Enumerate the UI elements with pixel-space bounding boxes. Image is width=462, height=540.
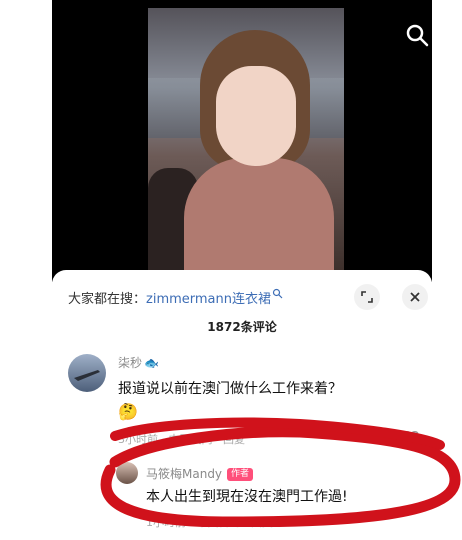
red-highlight-annotation xyxy=(100,417,461,527)
